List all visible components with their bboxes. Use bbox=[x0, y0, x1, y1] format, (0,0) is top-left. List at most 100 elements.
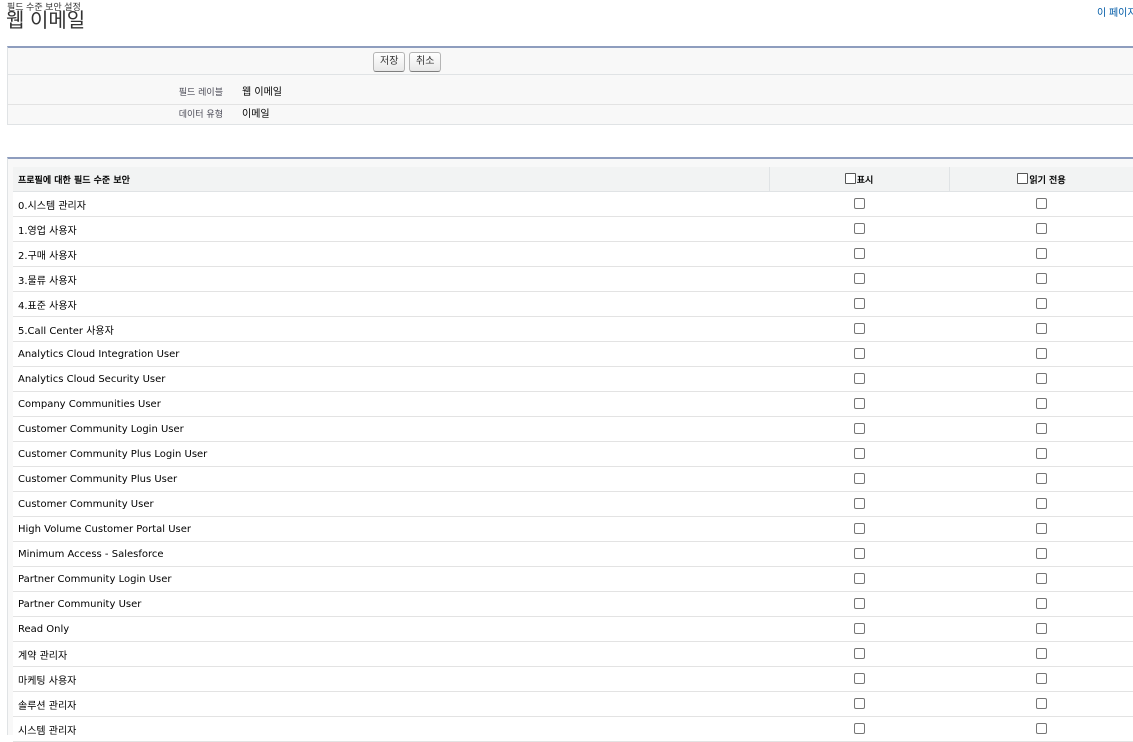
profile-name: Customer Community User bbox=[13, 491, 769, 517]
visible-checkbox[interactable] bbox=[853, 223, 865, 235]
read-only-checkbox[interactable] bbox=[1036, 548, 1047, 560]
save-button[interactable]: 저장 bbox=[373, 52, 406, 72]
read-only-checkbox[interactable] bbox=[1036, 498, 1047, 510]
read-only-checkbox[interactable] bbox=[1036, 698, 1047, 710]
profile-name: Minimum Access - Salesforce bbox=[13, 541, 769, 567]
table-row: 1.영업 사용자 bbox=[13, 216, 1133, 242]
profile-name: 시스템 관리자 bbox=[13, 716, 769, 742]
read-only-checkbox[interactable] bbox=[1036, 623, 1047, 635]
visible-checkbox[interactable] bbox=[853, 598, 865, 610]
read-only-column-label: 읽기 전용 bbox=[1029, 175, 1066, 186]
table-row: 2.구매 사용자 bbox=[13, 241, 1133, 267]
read-only-cell bbox=[949, 291, 1133, 317]
profile-name: Read Only bbox=[13, 616, 769, 642]
read-only-checkbox[interactable] bbox=[1036, 198, 1047, 210]
profile-name: 1.영업 사용자 bbox=[13, 216, 769, 242]
visible-checkbox[interactable] bbox=[853, 498, 865, 510]
visible-cell bbox=[769, 691, 949, 717]
visible-checkbox[interactable] bbox=[853, 348, 865, 360]
button-bar: 저장 취소 bbox=[8, 48, 1133, 75]
visible-cell bbox=[769, 216, 949, 242]
visible-checkbox[interactable] bbox=[853, 198, 865, 210]
visible-checkbox[interactable] bbox=[853, 473, 865, 485]
visible-checkbox[interactable] bbox=[853, 373, 865, 385]
visible-checkbox[interactable] bbox=[853, 723, 865, 735]
profile-name: 5.Call Center 사용자 bbox=[13, 316, 769, 342]
read-only-cell bbox=[949, 216, 1133, 242]
table-row: Customer Community Login User bbox=[13, 416, 1133, 442]
read-only-checkbox[interactable] bbox=[1036, 398, 1047, 410]
visible-checkbox[interactable] bbox=[853, 448, 865, 460]
read-only-checkbox[interactable] bbox=[1036, 348, 1047, 360]
visible-cell bbox=[769, 491, 949, 517]
visible-cell bbox=[769, 666, 949, 692]
read-only-checkbox[interactable] bbox=[1036, 473, 1047, 485]
read-only-checkbox[interactable] bbox=[1036, 723, 1047, 735]
profile-name: 4.표준 사용자 bbox=[13, 291, 769, 317]
visible-checkbox[interactable] bbox=[853, 573, 865, 585]
visible-checkbox[interactable] bbox=[853, 298, 865, 310]
visible-cell bbox=[769, 516, 949, 542]
read-only-cell bbox=[949, 341, 1133, 367]
data-type-value: 이메일 bbox=[242, 109, 270, 120]
visible-checkbox[interactable] bbox=[853, 673, 865, 685]
table-row: 5.Call Center 사용자 bbox=[13, 316, 1133, 342]
cancel-button[interactable]: 취소 bbox=[409, 52, 442, 72]
read-only-cell bbox=[949, 416, 1133, 442]
profile-column-header: 프로필에 대한 필드 수준 보안 bbox=[13, 167, 770, 192]
read-only-checkbox[interactable] bbox=[1036, 598, 1047, 610]
table-header-row: 프로필에 대한 필드 수준 보안 표시 읽기 전용 bbox=[13, 167, 1133, 192]
visible-checkbox[interactable] bbox=[853, 648, 865, 660]
table-row: 마케팅 사용자 bbox=[13, 666, 1133, 692]
profile-name: Analytics Cloud Integration User bbox=[13, 341, 769, 367]
read-only-checkbox[interactable] bbox=[1036, 273, 1047, 285]
read-only-checkbox[interactable] bbox=[1036, 298, 1047, 310]
read-only-checkbox[interactable] bbox=[1036, 423, 1047, 435]
visible-cell bbox=[769, 191, 949, 217]
field-detail-block: 저장 취소 필드 레이블 웹 이메일 데이터 유형 이메일 bbox=[7, 46, 1133, 125]
visible-checkbox[interactable] bbox=[853, 323, 865, 335]
profile-name: Partner Community Login User bbox=[13, 566, 769, 592]
read-only-cell bbox=[949, 316, 1133, 342]
read-only-cell bbox=[949, 666, 1133, 692]
profile-name: Customer Community Plus Login User bbox=[13, 441, 769, 467]
field-security-table-body: 0.시스템 관리자 1.영업 사용자 2.구매 사용자 3.물류 사용자 4.표준 사용… bbox=[13, 191, 1133, 742]
visible-checkbox[interactable] bbox=[853, 273, 865, 285]
visible-checkbox[interactable] bbox=[853, 423, 865, 435]
read-only-checkbox[interactable] bbox=[1036, 373, 1047, 385]
read-only-checkbox[interactable] bbox=[1036, 648, 1047, 660]
table-row: Minimum Access - Salesforce bbox=[13, 541, 1133, 567]
table-row: Partner Community Login User bbox=[13, 566, 1133, 592]
read-only-checkbox[interactable] bbox=[1036, 248, 1047, 260]
table-row: Read Only bbox=[13, 616, 1133, 642]
visible-cell bbox=[769, 466, 949, 492]
profile-name: Partner Community User bbox=[13, 591, 769, 617]
read-only-checkbox[interactable] bbox=[1036, 523, 1047, 535]
profile-name: 마케팅 사용자 bbox=[13, 666, 769, 692]
visible-cell bbox=[769, 241, 949, 267]
visible-select-all-checkbox[interactable] bbox=[844, 172, 856, 184]
read-only-checkbox[interactable] bbox=[1036, 223, 1047, 235]
visible-checkbox[interactable] bbox=[853, 698, 865, 710]
visible-checkbox[interactable] bbox=[853, 623, 865, 635]
visible-checkbox[interactable] bbox=[853, 248, 865, 260]
visible-cell bbox=[769, 266, 949, 292]
visible-checkbox[interactable] bbox=[853, 523, 865, 535]
read-only-cell bbox=[949, 466, 1133, 492]
read-only-select-all-checkbox[interactable] bbox=[1017, 172, 1029, 184]
read-only-cell bbox=[949, 266, 1133, 292]
read-only-checkbox[interactable] bbox=[1036, 323, 1047, 335]
help-link[interactable]: 이 페이지 bbox=[1097, 4, 1133, 19]
field-security-table: 프로필에 대한 필드 수준 보안 표시 읽기 전용 0.시스템 관리자 1.영업 … bbox=[13, 167, 1133, 742]
read-only-cell bbox=[949, 641, 1133, 667]
profile-name: 2.구매 사용자 bbox=[13, 241, 769, 267]
read-only-cell bbox=[949, 391, 1133, 417]
read-only-checkbox[interactable] bbox=[1036, 448, 1047, 460]
read-only-checkbox[interactable] bbox=[1036, 673, 1047, 685]
read-only-cell bbox=[949, 191, 1133, 217]
visible-cell bbox=[769, 366, 949, 392]
read-only-checkbox[interactable] bbox=[1036, 573, 1047, 585]
table-row: High Volume Customer Portal User bbox=[13, 516, 1133, 542]
visible-checkbox[interactable] bbox=[853, 398, 865, 410]
visible-checkbox[interactable] bbox=[853, 548, 865, 560]
